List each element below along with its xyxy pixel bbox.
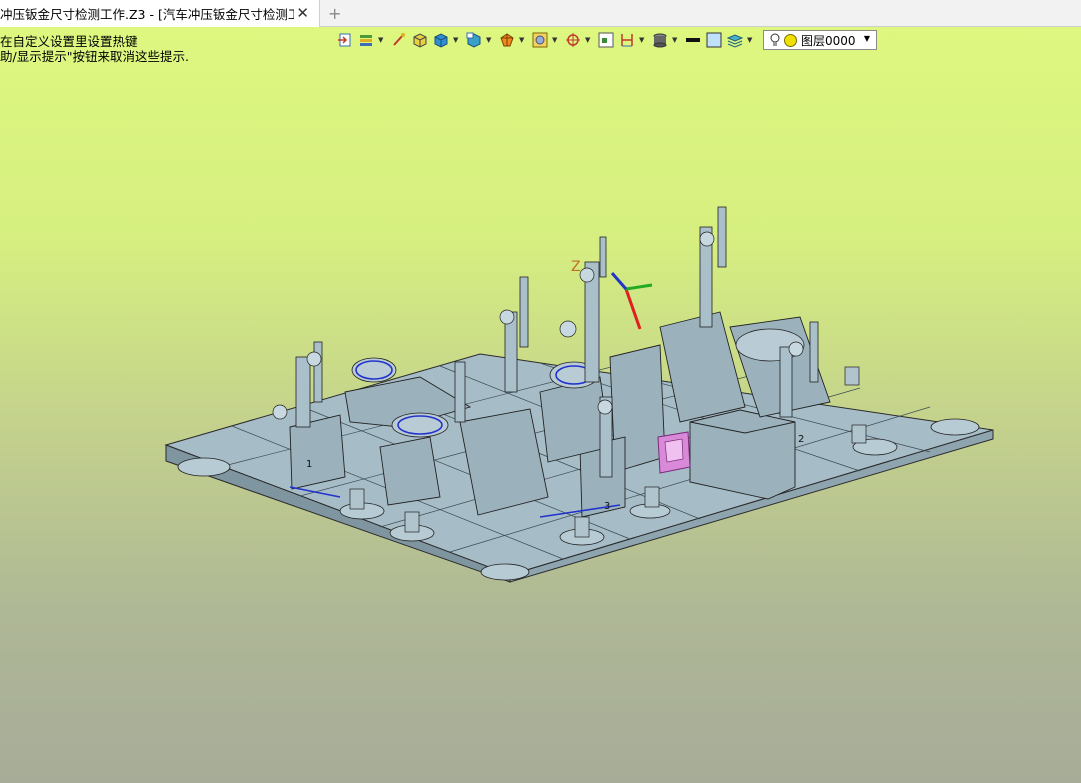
tab-bar: 冲压钣金尺寸检测工作.Z3 - [汽车冲压钣金尺寸检测工作] ✕ + xyxy=(0,0,1081,27)
add-tab-icon[interactable]: + xyxy=(328,4,341,23)
fixture-model[interactable]: Z 1 2 3 xyxy=(0,27,1081,783)
close-icon[interactable]: ✕ xyxy=(296,4,309,22)
part-label: 2 xyxy=(798,434,804,445)
document-tab[interactable]: 冲压钣金尺寸检测工作.Z3 - [汽车冲压钣金尺寸检测工作] ✕ xyxy=(0,0,320,27)
part-label: 1 xyxy=(306,459,312,470)
part-label: 3 xyxy=(604,501,610,512)
axis-label-z: Z xyxy=(571,259,581,275)
tab-title: 冲压钣金尺寸检测工作.Z3 - [汽车冲压钣金尺寸检测工作] xyxy=(0,7,294,22)
3d-viewport[interactable]: 在自定义设置里设置热键 助/显示提示"按钮来取消这些提示. ▼ ▼ ▼ ▼ ▼ … xyxy=(0,27,1081,783)
